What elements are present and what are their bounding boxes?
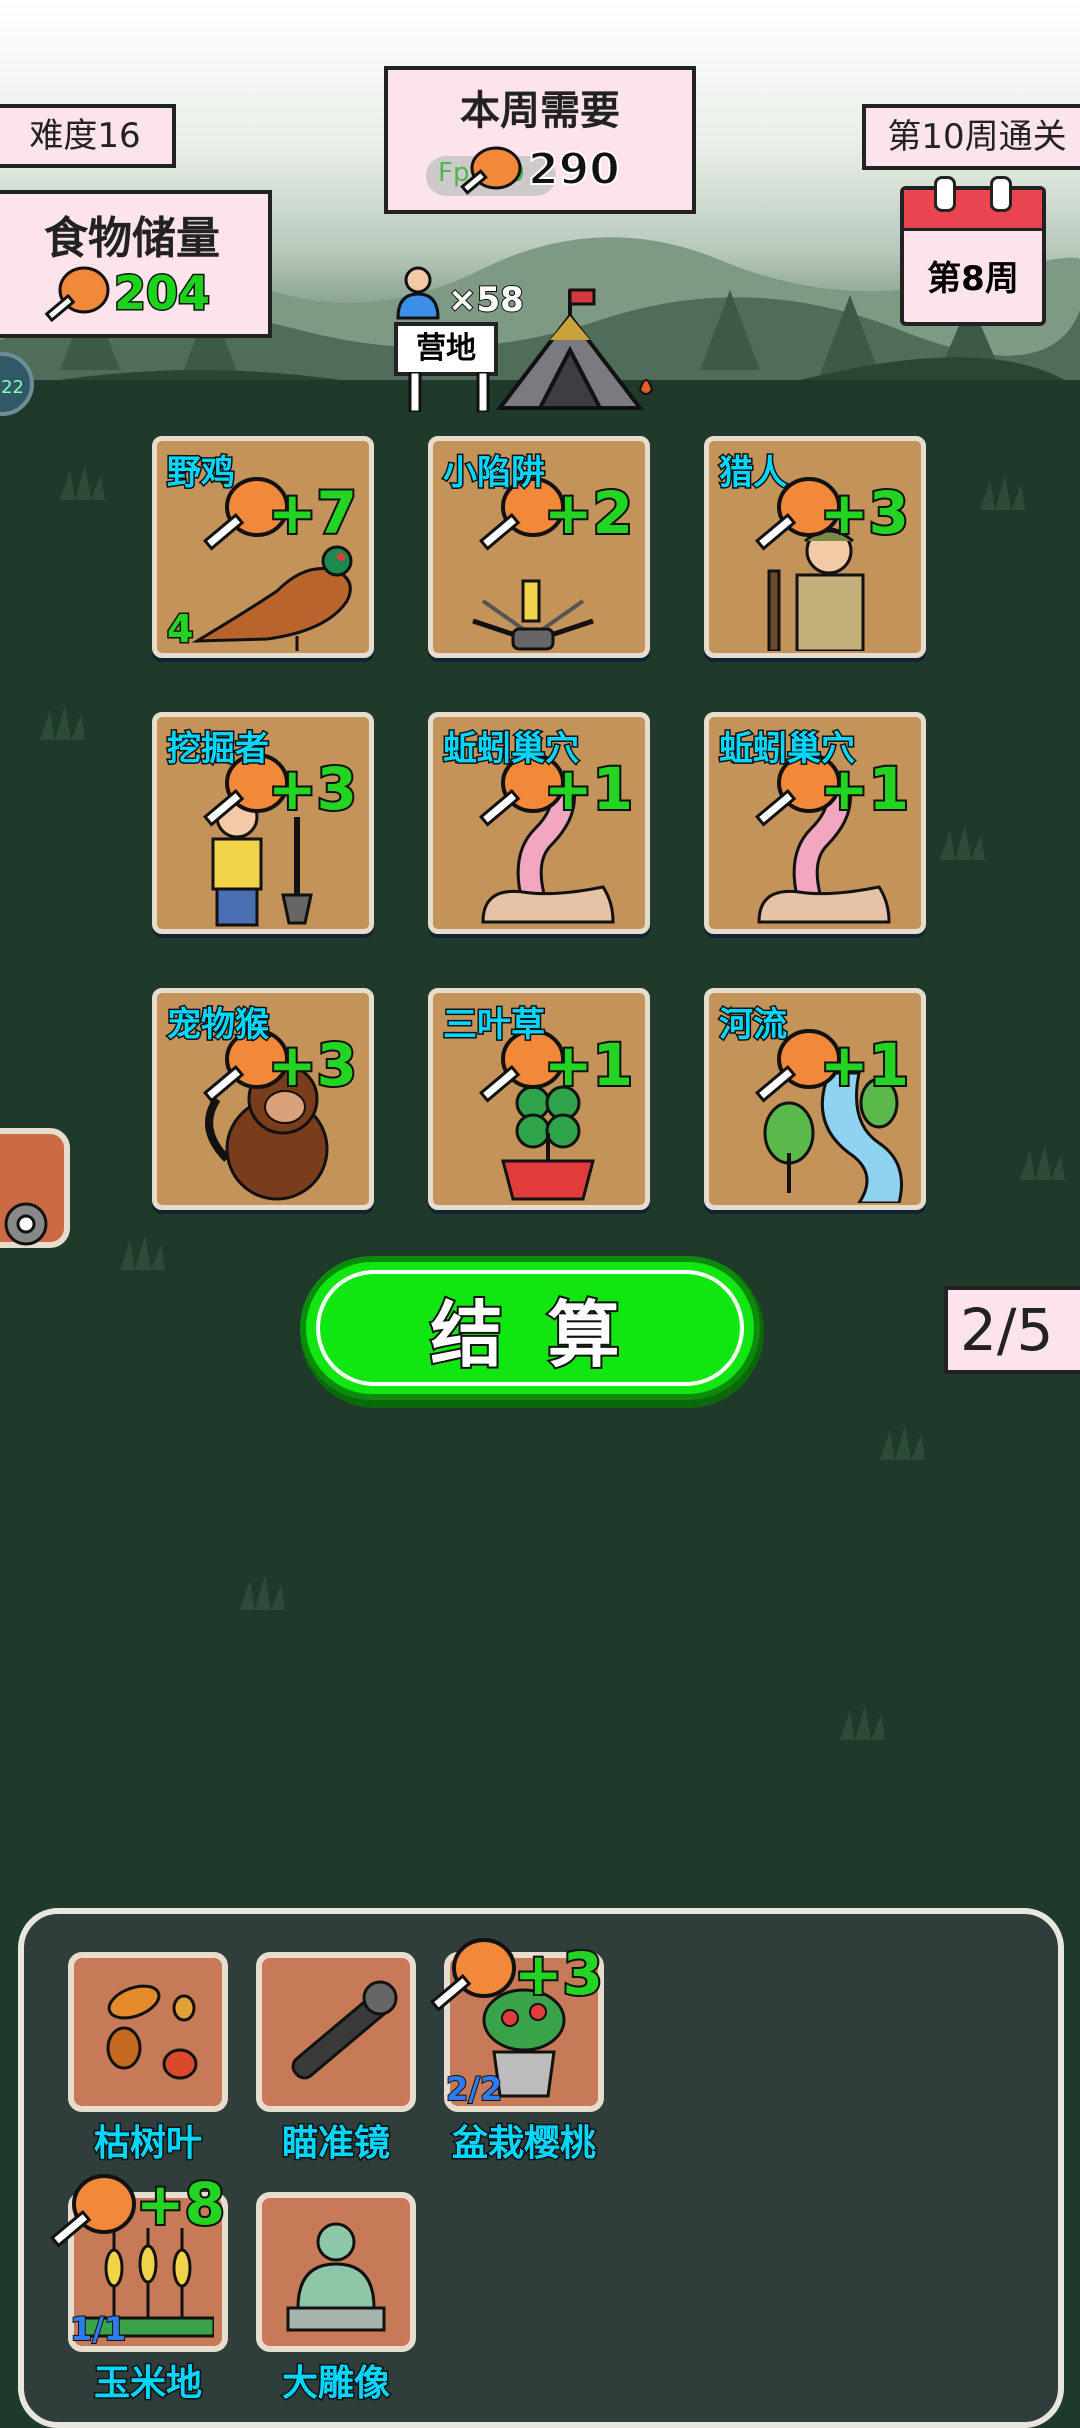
current-week-label: 第8周 [927,259,1019,299]
inventory-panel: 枯树叶 瞄准镜 +3 2/2 盆栽樱桃 +8 1/1 玉米地 大雕像 [18,1908,1064,2428]
clear-goal-label: 第10周通关 [887,117,1067,157]
inventory-item-bonus: +3 [512,1938,605,2010]
camp-label: 营地 [416,331,476,366]
page-indicator-value: 2/5 [960,1296,1054,1364]
inventory-item-count: 2/2 [445,2069,503,2109]
sign-posts [408,372,490,412]
page-indicator: 2/5 [944,1286,1080,1374]
scope-icon [291,1980,398,2080]
card-clover[interactable]: 三叶草 +1 [428,988,650,1210]
card-food-bonus: +1 [542,753,635,825]
tent-icon [495,288,654,410]
weekly-need-panel: 本周需要 Fps:60 290 [384,66,696,214]
food-storage-value: 204 [112,265,211,322]
card-name: 小陷阱 [442,452,547,495]
weekly-need-value: 290 [527,143,621,196]
card-pet-monkey[interactable]: 宠物猴 +3 [152,988,374,1210]
side-level-value: 22 [1,377,24,398]
card-name: 三叶草 [442,1004,547,1047]
card-digger[interactable]: 挖掘者 +3 [152,712,374,934]
gear-icon [4,1202,48,1246]
food-storage-panel: 食物储量 204 [0,190,272,338]
card-food-bonus: +1 [818,1029,911,1101]
card-worm-nest[interactable]: 蚯蚓巢穴 +1 [704,712,926,934]
card-pheasant[interactable]: 野鸡 +7 4 [152,436,374,658]
inventory-item-name: 玉米地 [92,2362,203,2406]
difficulty-badge: 难度16 [0,104,176,168]
card-river[interactable]: 河流 +1 [704,988,926,1210]
card-food-bonus: +7 [266,477,359,549]
card-name: 宠物猴 [166,1004,271,1047]
card-small-trap[interactable]: 小陷阱 +2 [428,436,650,658]
inventory-item-dead-leaves[interactable] [68,1952,228,2112]
difficulty-label: 难度16 [29,116,141,156]
dead-leaves-icon [106,1984,198,2080]
inventory-item-count: 1/1 [69,2309,127,2349]
card-food-bonus: +3 [818,477,911,549]
drumstick-icon [460,146,522,195]
clear-goal-badge: 第10周通关 [862,104,1080,170]
inventory-item-name: 大雕像 [280,2362,391,2406]
drumstick-icon [44,266,110,323]
card-food-bonus: +3 [266,1029,359,1101]
card-name: 野鸡 [166,452,237,495]
card-count: 4 [165,606,195,653]
food-storage-label: 食物储量 [44,213,220,264]
inventory-item-name: 枯树叶 [92,2122,203,2166]
card-food-bonus: +1 [818,753,911,825]
statue-icon [286,2222,386,2332]
inventory-item-scope[interactable] [256,1952,416,2112]
drumstick-icon [49,2174,136,2248]
card-hunter[interactable]: 猎人 +3 [704,436,926,658]
settle-button[interactable]: 结 算 [300,1256,760,1400]
card-name: 猎人 [718,452,789,495]
card-grid: 野鸡 +7 4 小陷阱 +2 猎人 +3 挖掘者 +3 蚯蚓巢穴 +1 蚯蚓巢穴… [152,436,928,1212]
camp-sign[interactable]: 营地 [394,322,498,376]
side-menu-widget[interactable] [0,1128,70,1248]
calendar-week-badge: 第8周 [900,176,1046,326]
inventory-item-name: 瞄准镜 [280,2122,391,2166]
drumstick-icon [429,1938,516,2012]
card-name: 河流 [718,1004,789,1047]
card-food-bonus: +3 [266,753,359,825]
weekly-need-label: 本周需要 [460,88,620,134]
inventory-item-bonus: +8 [134,2168,227,2240]
card-worm-nest[interactable]: 蚯蚓巢穴 +1 [428,712,650,934]
inventory-item-name: 盆栽樱桃 [450,2122,597,2166]
card-food-bonus: +1 [542,1029,635,1101]
inventory-item-statue[interactable] [256,2192,416,2352]
card-name: 挖掘者 [166,728,271,771]
card-food-bonus: +2 [542,477,635,549]
